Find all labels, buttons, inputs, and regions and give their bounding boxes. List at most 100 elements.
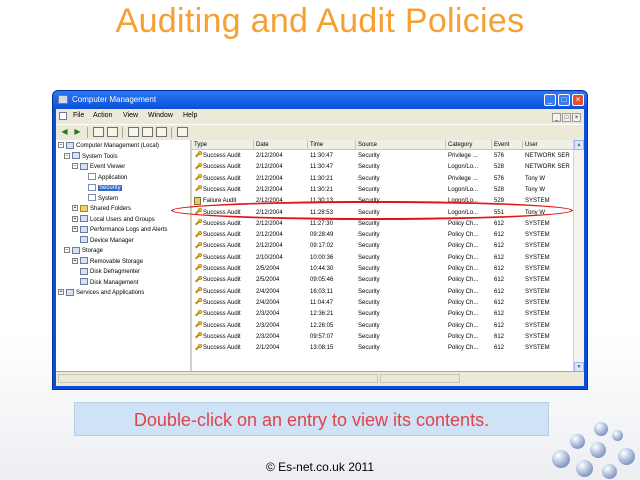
event-row[interactable]: Success Audit 2/4/2004 16:03:11 Security Pol… bbox=[192, 287, 574, 298]
cell-event: 612 bbox=[494, 332, 523, 343]
collapse-icon[interactable]: − bbox=[58, 142, 64, 149]
event-row[interactable]: Success Audit 2/3/2004 12:26:05 Security Pol… bbox=[192, 320, 574, 332]
window-titlebar[interactable]: Computer Management _ □ × bbox=[53, 91, 587, 109]
column-header-time[interactable]: Time bbox=[308, 140, 356, 150]
tree-node[interactable]: Device Manager bbox=[80, 236, 134, 246]
tree-node[interactable]: Security bbox=[88, 183, 122, 193]
menu-help[interactable]: Help bbox=[183, 109, 197, 123]
vertical-scrollbar[interactable]: ▲ ▼ bbox=[573, 140, 584, 372]
log-icon bbox=[88, 183, 96, 191]
cell-type: Success Audit bbox=[194, 275, 254, 286]
tree-node-label: Storage bbox=[82, 248, 104, 254]
tree-node[interactable]: Disk Management bbox=[80, 278, 138, 288]
collapse-icon[interactable]: − bbox=[64, 152, 70, 159]
event-row[interactable]: Success Audit 2/12/2004 11:30:47 Security Pr… bbox=[192, 151, 574, 162]
cell-source: Security bbox=[358, 275, 446, 286]
properties-icon[interactable] bbox=[128, 127, 139, 137]
tree-node[interactable]: − Storage bbox=[64, 246, 103, 256]
tree-node[interactable]: Disk Defragmenter bbox=[80, 267, 140, 277]
event-row[interactable]: Success Audit 2/3/2004 12:36:21 Security Pol… bbox=[192, 309, 574, 320]
tree-node[interactable]: − System Tools bbox=[64, 152, 118, 162]
maximize-button[interactable]: □ bbox=[558, 94, 570, 106]
event-row[interactable]: Success Audit 2/10/2004 10:00:36 Security Po… bbox=[192, 253, 574, 264]
expand-icon[interactable]: + bbox=[72, 215, 78, 222]
document-icon[interactable] bbox=[59, 112, 67, 120]
cell-category: Policy Ch... bbox=[448, 332, 492, 343]
tree-node[interactable]: + Local Users and Groups bbox=[72, 215, 155, 225]
cell-category: Privilege ... bbox=[448, 174, 492, 185]
console-tree: − Computer Management (Local) − System Tool… bbox=[56, 140, 192, 372]
cell-text: 2/12/2004 bbox=[256, 164, 283, 171]
collapse-icon[interactable]: − bbox=[64, 247, 70, 254]
event-row[interactable]: Success Audit 2/1/2004 13:08:15 Security Pol… bbox=[192, 343, 574, 354]
event-row[interactable]: Success Audit 2/12/2004 11:27:30 Security Po… bbox=[192, 219, 574, 230]
tree-node[interactable]: Application bbox=[88, 173, 127, 183]
expand-icon[interactable]: + bbox=[58, 289, 64, 296]
cell-text: Policy Ch... bbox=[448, 333, 479, 340]
tree-node[interactable]: + Removable Storage bbox=[72, 257, 143, 267]
column-header-type[interactable]: Type bbox=[192, 140, 254, 150]
tree-node[interactable]: − Event Viewer bbox=[72, 162, 125, 172]
scroll-up-icon[interactable]: ▲ bbox=[574, 140, 584, 150]
cell-time: 11:30:21 bbox=[310, 174, 356, 185]
expand-icon[interactable]: + bbox=[72, 226, 78, 233]
column-header-user[interactable]: User bbox=[523, 140, 574, 150]
expand-icon[interactable]: + bbox=[72, 205, 78, 212]
menu-window[interactable]: Window bbox=[148, 109, 173, 123]
column-header-date[interactable]: Date bbox=[254, 140, 308, 150]
child-restore-button[interactable]: □ bbox=[562, 113, 571, 122]
show-hide-tree-icon[interactable] bbox=[107, 127, 118, 137]
event-row[interactable]: Success Audit 2/5/2004 09:05:46 Security Pol… bbox=[192, 275, 574, 286]
column-header-category[interactable]: Category bbox=[446, 140, 492, 150]
tree-node[interactable]: + Performance Logs and Alerts bbox=[72, 225, 167, 235]
cell-type: Success Audit bbox=[194, 162, 254, 173]
close-button[interactable]: × bbox=[572, 94, 584, 106]
help-icon[interactable] bbox=[177, 127, 188, 137]
event-row[interactable]: Success Audit 2/4/2004 11:04:47 Security Pol… bbox=[192, 298, 574, 309]
column-header-event[interactable]: Event bbox=[492, 140, 523, 150]
cell-type: Success Audit bbox=[194, 174, 254, 185]
refresh-icon[interactable] bbox=[156, 127, 167, 137]
tree-node[interactable]: + Shared Folders bbox=[72, 204, 131, 214]
forward-arrow-icon[interactable]: ▶ bbox=[72, 127, 83, 137]
tree-node[interactable]: + Services and Applications bbox=[58, 288, 144, 298]
column-header-source[interactable]: Source bbox=[356, 140, 446, 150]
cell-date: 2/10/2004 bbox=[256, 253, 308, 264]
collapse-icon[interactable]: − bbox=[72, 163, 78, 170]
event-row[interactable]: Success Audit 2/12/2004 09:17:02 Security Po… bbox=[192, 241, 574, 252]
expand-icon[interactable]: + bbox=[72, 257, 78, 264]
cell-text: Policy Ch... bbox=[448, 277, 479, 284]
cell-text: 612 bbox=[494, 232, 505, 239]
minimize-button[interactable]: _ bbox=[544, 94, 556, 106]
up-folder-icon[interactable] bbox=[93, 127, 104, 137]
event-row[interactable]: Success Audit 2/3/2004 09:57:07 Security Pol… bbox=[192, 332, 574, 343]
menu-view[interactable]: View bbox=[123, 109, 138, 123]
event-row[interactable]: Success Audit 2/5/2004 10:44:30 Security Pol… bbox=[192, 264, 574, 275]
child-close-button[interactable]: × bbox=[572, 113, 581, 122]
cell-time: 11:04:47 bbox=[310, 298, 356, 309]
export-list-icon[interactable] bbox=[142, 127, 153, 137]
event-row[interactable]: Success Audit 2/12/2004 11:30:47 Security Lo… bbox=[192, 162, 574, 173]
cell-category: Policy Ch... bbox=[448, 241, 492, 252]
cell-date: 2/12/2004 bbox=[256, 174, 308, 185]
cell-type: Success Audit bbox=[194, 230, 254, 241]
key-icon bbox=[194, 230, 202, 239]
child-minimize-button[interactable]: _ bbox=[552, 113, 561, 122]
event-row[interactable]: Success Audit 2/12/2004 11:30:21 Security Pr… bbox=[192, 174, 574, 185]
cell-text: Success Audit bbox=[203, 164, 241, 171]
back-arrow-icon[interactable]: ◀ bbox=[59, 127, 70, 137]
menu-file[interactable]: File bbox=[73, 109, 84, 123]
key-icon bbox=[194, 298, 202, 306]
menu-action[interactable]: Action bbox=[93, 109, 112, 123]
tree-node[interactable]: System bbox=[88, 194, 118, 204]
event-row[interactable]: Success Audit 2/12/2004 09:28:49 Security Po… bbox=[192, 230, 574, 241]
folder-icon bbox=[80, 204, 88, 212]
event-row[interactable]: Success Audit 2/12/2004 11:30:21 Security Lo… bbox=[192, 185, 574, 196]
cell-text: 09:28:49 bbox=[310, 232, 334, 239]
tree-node[interactable]: − Computer Management (Local) bbox=[58, 141, 159, 151]
cell-text: 10:44:30 bbox=[310, 266, 334, 272]
cell-text: 11:30:47 bbox=[310, 153, 333, 159]
cell-text: 612 bbox=[494, 220, 505, 227]
cell-text: SYSTEM bbox=[525, 333, 550, 340]
performance-icon bbox=[80, 225, 88, 233]
